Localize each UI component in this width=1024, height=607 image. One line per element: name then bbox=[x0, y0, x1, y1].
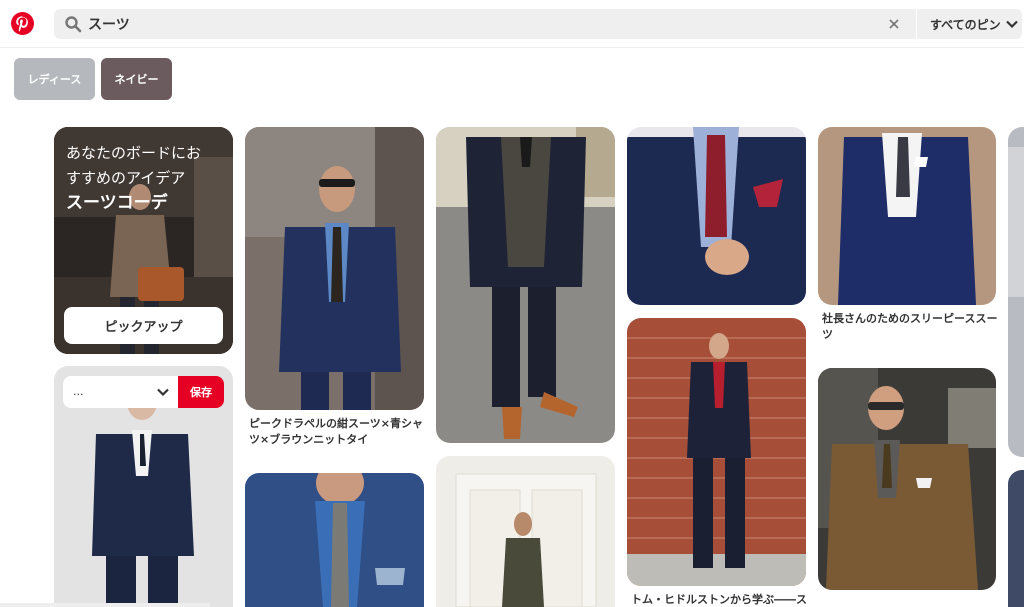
promo-card[interactable]: あなたのボードにお すすめのアイデア スーツコーデ ピックアップ bbox=[54, 127, 233, 354]
filter-chip-label: ネイビー bbox=[114, 73, 159, 86]
pin-card[interactable] bbox=[1008, 127, 1024, 457]
pin-caption-line: トム・ヒドルストンから学ぶ――スタ bbox=[631, 593, 807, 606]
pin-card[interactable] bbox=[436, 127, 615, 443]
promo-line: あなたのボードにお bbox=[66, 144, 202, 162]
board-select[interactable]: ... bbox=[63, 376, 178, 408]
pin-caption-line: ピークドラペルの紺スーツ×青シャ bbox=[249, 417, 423, 430]
divider bbox=[916, 9, 917, 39]
save-button-label: 保存 bbox=[190, 386, 212, 399]
pin-caption-line: ツ×ブラウンニットタイ bbox=[249, 433, 369, 446]
search-bar[interactable]: すべてのピン bbox=[54, 9, 1022, 39]
pin-card[interactable] bbox=[627, 318, 806, 586]
pin-card[interactable] bbox=[245, 127, 424, 410]
filter-chip-ladies[interactable]: レディース bbox=[14, 58, 95, 100]
pickup-button-label: ピックアップ bbox=[104, 320, 183, 335]
pin-image bbox=[818, 127, 996, 305]
board-select-value: ... bbox=[73, 385, 84, 398]
top-header: すべてのピン bbox=[0, 0, 1024, 48]
pin-caption[interactable]: トム・ヒドルストンから学ぶ――スタ bbox=[631, 592, 811, 607]
pin-card[interactable] bbox=[818, 368, 996, 590]
pin-card[interactable] bbox=[436, 456, 615, 607]
search-input[interactable] bbox=[88, 12, 868, 36]
pin-image bbox=[818, 368, 996, 590]
filter-chip-label: レディース bbox=[27, 73, 82, 86]
pinterest-logo-icon[interactable] bbox=[11, 12, 34, 35]
promo-title: スーツコーデ bbox=[66, 193, 168, 213]
pin-image bbox=[245, 473, 424, 607]
promo-line: すすめのアイデア bbox=[66, 169, 186, 187]
pin-card[interactable] bbox=[245, 473, 424, 607]
pin-caption[interactable]: ピークドラペルの紺スーツ×青シャ ツ×ブラウンニットタイ bbox=[249, 416, 429, 448]
pin-image bbox=[245, 127, 424, 410]
pin-image bbox=[1008, 470, 1024, 607]
pickup-button[interactable]: ピックアップ bbox=[64, 307, 223, 344]
scope-dropdown[interactable]: すべてのピン bbox=[930, 9, 1019, 39]
pin-image bbox=[436, 127, 615, 443]
pin-caption[interactable]: 社長さんのためのスリーピーススー ツ bbox=[822, 311, 998, 343]
close-icon[interactable] bbox=[886, 16, 902, 32]
scope-label: すべてのピン bbox=[930, 17, 1001, 32]
pin-image bbox=[436, 456, 615, 607]
filter-chip-navy[interactable]: ネイビー bbox=[101, 58, 172, 100]
pin-card[interactable] bbox=[1008, 470, 1024, 607]
chevron-down-icon bbox=[157, 388, 169, 397]
save-overlay: ... 保存 bbox=[63, 376, 224, 408]
pin-caption-line: ツ bbox=[822, 328, 833, 341]
search-icon bbox=[65, 16, 82, 33]
pin-card[interactable] bbox=[627, 127, 806, 305]
promo-text: あなたのボードにお すすめのアイデア スーツコーデ bbox=[66, 141, 201, 216]
bottom-scroll-bar bbox=[0, 603, 210, 607]
chevron-down-icon bbox=[1005, 20, 1018, 29]
save-button[interactable]: 保存 bbox=[178, 376, 224, 408]
pin-card[interactable] bbox=[818, 127, 996, 305]
pin-image bbox=[627, 127, 806, 305]
pin-image bbox=[627, 318, 806, 586]
pin-image bbox=[1008, 127, 1024, 457]
pin-caption-line: 社長さんのためのスリーピーススー bbox=[822, 312, 998, 325]
